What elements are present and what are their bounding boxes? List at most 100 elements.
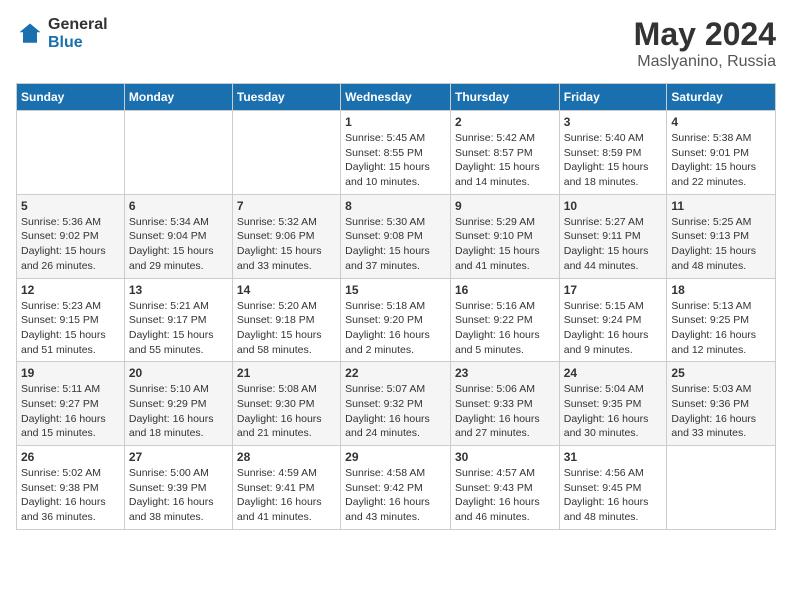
- day-info: Sunrise: 4:58 AM Sunset: 9:42 PM Dayligh…: [345, 466, 446, 525]
- day-info: Sunrise: 5:00 AM Sunset: 9:39 PM Dayligh…: [129, 466, 228, 525]
- day-number: 19: [21, 366, 120, 380]
- day-info: Sunrise: 5:34 AM Sunset: 9:04 PM Dayligh…: [129, 215, 228, 274]
- location-subtitle: Maslyanino, Russia: [634, 53, 776, 71]
- weekday-header-monday: Monday: [124, 84, 232, 111]
- calendar-cell: 20 Sunrise: 5:10 AM Sunset: 9:29 PM Dayli…: [124, 362, 232, 446]
- week-row-5: 26 Sunrise: 5:02 AM Sunset: 9:38 PM Dayli…: [17, 446, 776, 530]
- calendar-cell: 6Sunrise: 5:34 AM Sunset: 9:04 PM Daylig…: [124, 194, 232, 278]
- day-number: 1: [345, 115, 446, 129]
- day-number: 21: [237, 366, 336, 380]
- day-info: Sunrise: 5:11 AM Sunset: 9:27 PM Dayligh…: [21, 382, 120, 441]
- day-info: Sunrise: 5:18 AM Sunset: 9:20 PM Dayligh…: [345, 299, 446, 358]
- calendar-cell: 4 Sunrise: 5:38 AM Sunset: 9:01 PM Daylig…: [667, 111, 776, 195]
- day-info: Sunrise: 4:59 AM Sunset: 9:41 PM Dayligh…: [237, 466, 336, 525]
- calendar-cell: 3Sunrise: 5:40 AM Sunset: 8:59 PM Daylig…: [559, 111, 667, 195]
- calendar-body: 1Sunrise: 5:45 AM Sunset: 8:55 PM Daylig…: [17, 111, 776, 530]
- calendar-cell: 19 Sunrise: 5:11 AM Sunset: 9:27 PM Dayli…: [17, 362, 125, 446]
- day-info: Sunrise: 5:32 AM Sunset: 9:06 PM Dayligh…: [237, 215, 336, 274]
- day-number: 14: [237, 283, 336, 297]
- day-info: Sunrise: 5:15 AM Sunset: 9:24 PM Dayligh…: [564, 299, 663, 358]
- calendar-cell: 18Sunrise: 5:13 AM Sunset: 9:25 PM Dayli…: [667, 278, 776, 362]
- day-number: 5: [21, 199, 120, 213]
- day-number: 30: [455, 450, 555, 464]
- calendar-cell: 28 Sunrise: 4:59 AM Sunset: 9:41 PM Dayli…: [232, 446, 340, 530]
- day-number: 29: [345, 450, 446, 464]
- weekday-header-sunday: Sunday: [17, 84, 125, 111]
- calendar-cell: [667, 446, 776, 530]
- day-number: 7: [237, 199, 336, 213]
- day-info: Sunrise: 5:23 AM Sunset: 9:15 PM Dayligh…: [21, 299, 120, 358]
- day-number: 26: [21, 450, 120, 464]
- week-row-3: 12Sunrise: 5:23 AM Sunset: 9:15 PM Dayli…: [17, 278, 776, 362]
- day-number: 20: [129, 366, 228, 380]
- calendar-cell: 17 Sunrise: 5:15 AM Sunset: 9:24 PM Dayli…: [559, 278, 667, 362]
- day-info: Sunrise: 5:03 AM Sunset: 9:36 PM Dayligh…: [671, 382, 771, 441]
- calendar-cell: [124, 111, 232, 195]
- calendar-cell: 1Sunrise: 5:45 AM Sunset: 8:55 PM Daylig…: [341, 111, 451, 195]
- day-info: Sunrise: 5:04 AM Sunset: 9:35 PM Dayligh…: [564, 382, 663, 441]
- day-number: 11: [671, 199, 771, 213]
- calendar-cell: 9Sunrise: 5:29 AM Sunset: 9:10 PM Daylig…: [450, 194, 559, 278]
- day-info: Sunrise: 5:10 AM Sunset: 9:29 PM Dayligh…: [129, 382, 228, 441]
- day-info: Sunrise: 5:36 AM Sunset: 9:02 PM Dayligh…: [21, 215, 120, 274]
- calendar-cell: 8 Sunrise: 5:30 AM Sunset: 9:08 PM Daylig…: [341, 194, 451, 278]
- day-number: 25: [671, 366, 771, 380]
- calendar-cell: 12Sunrise: 5:23 AM Sunset: 9:15 PM Dayli…: [17, 278, 125, 362]
- month-year-title: May 2024: [634, 16, 776, 53]
- day-info: Sunrise: 5:16 AM Sunset: 9:22 PM Dayligh…: [455, 299, 555, 358]
- calendar-cell: 7 Sunrise: 5:32 AM Sunset: 9:06 PM Daylig…: [232, 194, 340, 278]
- day-info: Sunrise: 5:07 AM Sunset: 9:32 PM Dayligh…: [345, 382, 446, 441]
- calendar-cell: 27 Sunrise: 5:00 AM Sunset: 9:39 PM Dayli…: [124, 446, 232, 530]
- day-info: Sunrise: 5:21 AM Sunset: 9:17 PM Dayligh…: [129, 299, 228, 358]
- day-info: Sunrise: 5:08 AM Sunset: 9:30 PM Dayligh…: [237, 382, 336, 441]
- calendar-cell: 11 Sunrise: 5:25 AM Sunset: 9:13 PM Dayli…: [667, 194, 776, 278]
- calendar-cell: 23Sunrise: 5:06 AM Sunset: 9:33 PM Dayli…: [450, 362, 559, 446]
- day-number: 27: [129, 450, 228, 464]
- calendar-cell: [17, 111, 125, 195]
- day-number: 28: [237, 450, 336, 464]
- logo-icon: [16, 20, 44, 48]
- day-number: 24: [564, 366, 663, 380]
- weekday-header-saturday: Saturday: [667, 84, 776, 111]
- day-info: Sunrise: 5:38 AM Sunset: 9:01 PM Dayligh…: [671, 131, 771, 190]
- day-number: 22: [345, 366, 446, 380]
- day-info: Sunrise: 5:29 AM Sunset: 9:10 PM Dayligh…: [455, 215, 555, 274]
- day-info: Sunrise: 4:57 AM Sunset: 9:43 PM Dayligh…: [455, 466, 555, 525]
- week-row-1: 1Sunrise: 5:45 AM Sunset: 8:55 PM Daylig…: [17, 111, 776, 195]
- calendar-cell: 29 Sunrise: 4:58 AM Sunset: 9:42 PM Dayli…: [341, 446, 451, 530]
- day-number: 8: [345, 199, 446, 213]
- calendar-cell: 22 Sunrise: 5:07 AM Sunset: 9:32 PM Dayli…: [341, 362, 451, 446]
- day-number: 3: [564, 115, 663, 129]
- day-info: Sunrise: 5:30 AM Sunset: 9:08 PM Dayligh…: [345, 215, 446, 274]
- day-number: 18: [671, 283, 771, 297]
- day-info: Sunrise: 5:25 AM Sunset: 9:13 PM Dayligh…: [671, 215, 771, 274]
- logo-blue-text: Blue: [48, 34, 108, 52]
- calendar-cell: 24 Sunrise: 5:04 AM Sunset: 9:35 PM Dayli…: [559, 362, 667, 446]
- page-header: General Blue May 2024 Maslyanino, Russia: [16, 16, 776, 71]
- calendar-cell: 2Sunrise: 5:42 AM Sunset: 8:57 PM Daylig…: [450, 111, 559, 195]
- weekday-row: SundayMondayTuesdayWednesdayThursdayFrid…: [17, 84, 776, 111]
- weekday-header-friday: Friday: [559, 84, 667, 111]
- week-row-2: 5 Sunrise: 5:36 AM Sunset: 9:02 PM Daylig…: [17, 194, 776, 278]
- calendar-cell: 30 Sunrise: 4:57 AM Sunset: 9:43 PM Dayli…: [450, 446, 559, 530]
- weekday-header-thursday: Thursday: [450, 84, 559, 111]
- calendar-cell: 21 Sunrise: 5:08 AM Sunset: 9:30 PM Dayli…: [232, 362, 340, 446]
- calendar-cell: 31Sunrise: 4:56 AM Sunset: 9:45 PM Dayli…: [559, 446, 667, 530]
- weekday-header-wednesday: Wednesday: [341, 84, 451, 111]
- logo: General Blue: [16, 16, 108, 51]
- logo-text: General Blue: [48, 16, 108, 51]
- day-info: Sunrise: 5:20 AM Sunset: 9:18 PM Dayligh…: [237, 299, 336, 358]
- day-number: 17: [564, 283, 663, 297]
- day-number: 16: [455, 283, 555, 297]
- day-number: 13: [129, 283, 228, 297]
- day-number: 10: [564, 199, 663, 213]
- logo-general-text: General: [48, 16, 108, 34]
- week-row-4: 19 Sunrise: 5:11 AM Sunset: 9:27 PM Dayli…: [17, 362, 776, 446]
- day-number: 15: [345, 283, 446, 297]
- calendar-cell: 5 Sunrise: 5:36 AM Sunset: 9:02 PM Daylig…: [17, 194, 125, 278]
- calendar-cell: 14 Sunrise: 5:20 AM Sunset: 9:18 PM Dayli…: [232, 278, 340, 362]
- day-number: 4: [671, 115, 771, 129]
- day-info: Sunrise: 5:42 AM Sunset: 8:57 PM Dayligh…: [455, 131, 555, 190]
- day-info: Sunrise: 5:02 AM Sunset: 9:38 PM Dayligh…: [21, 466, 120, 525]
- day-info: Sunrise: 5:27 AM Sunset: 9:11 PM Dayligh…: [564, 215, 663, 274]
